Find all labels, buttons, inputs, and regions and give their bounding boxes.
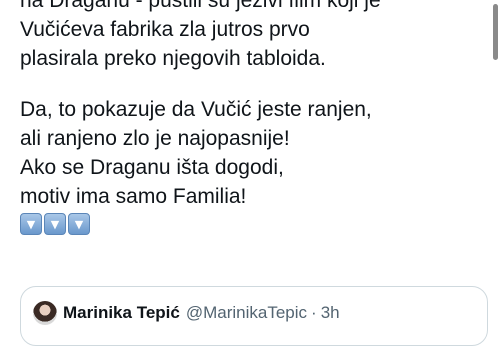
tweet-text-line: Ako se Draganu išta dogodi, bbox=[20, 156, 284, 179]
avatar[interactable] bbox=[33, 301, 57, 325]
down-arrow-emoji-icon: ▼ bbox=[20, 213, 42, 235]
tweet-text-line: motiv ima samo Familia! bbox=[20, 185, 247, 208]
tweet-text-line: Da, to pokazuje da Vučić jeste ranjen, bbox=[20, 98, 372, 121]
quoted-author-handle[interactable]: @MarinikaTepic bbox=[186, 303, 307, 323]
separator-dot: · bbox=[311, 303, 317, 322]
tweet-text-line: Vučićeva fabrika zla jutros prvo bbox=[20, 18, 310, 41]
emoji-row: ▼ ▼ ▼ bbox=[20, 213, 490, 235]
tweet-text-line: plasirala preko njegovih tabloida. bbox=[20, 47, 326, 70]
quoted-tweet-header: Marinika Tepić @MarinikaTepic · 3h bbox=[33, 301, 340, 325]
down-arrow-emoji-icon: ▼ bbox=[68, 213, 90, 235]
tweet-text-line: na Draganu - pustili su jezivi film koji… bbox=[20, 0, 381, 12]
quoted-tweet-card[interactable]: Marinika Tepić @MarinikaTepic · 3h bbox=[20, 286, 488, 346]
quoted-author-name[interactable]: Marinika Tepić bbox=[63, 303, 180, 323]
tweet-text-line: ali ranjeno zlo je najopasnije! bbox=[20, 127, 290, 150]
scrollbar[interactable] bbox=[493, 4, 498, 60]
down-arrow-emoji-icon: ▼ bbox=[44, 213, 66, 235]
quoted-tweet-time[interactable]: 3h bbox=[321, 303, 340, 323]
tweet-text: na Draganu - pustili su jezivi film koji… bbox=[20, 0, 490, 235]
